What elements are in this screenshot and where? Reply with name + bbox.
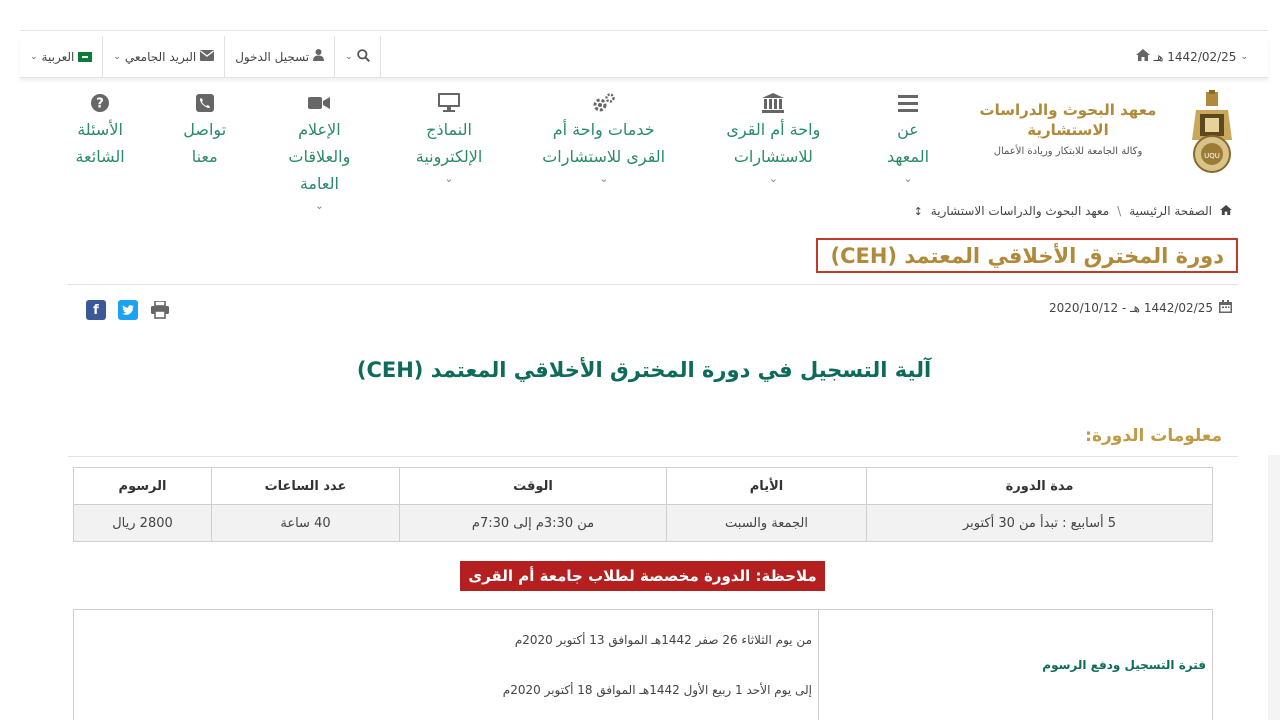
nav-faq-label: الأسئلة الشائعة <box>75 120 125 166</box>
registration-from: من يوم الثلاثاء 26 صفر 1442هـ الموافق 13… <box>514 633 812 647</box>
building-icon <box>762 92 785 114</box>
university-mail-dropdown[interactable]: البريد الجامعي ⌄ <box>103 36 226 77</box>
divider <box>68 456 1238 457</box>
university-mail-label: البريد الجامعي <box>124 49 197 64</box>
nav-e-forms-label: النماذج الإلكترونية <box>415 120 483 166</box>
chevron-down-icon: ⌄ <box>903 172 913 185</box>
nav-consulting-oasis[interactable]: واحة أم القرى للاستشارات ⌄ <box>718 92 828 232</box>
home-icon <box>1135 49 1150 64</box>
share-bar: f <box>86 300 170 320</box>
twitter-icon[interactable] <box>118 300 138 320</box>
breadcrumb: الصفحة الرئيسية \ معهد البحوث والدراسات … <box>914 204 1232 218</box>
hijri-date: 1442/02/25 هـ <box>1153 49 1237 64</box>
search-toggle[interactable]: ⌄ <box>335 36 381 77</box>
nav-faq[interactable]: ? الأسئلة الشائعة <box>70 92 130 232</box>
registration-table: فترة التسجيل ودفع الرسوم من يوم الثلاثاء… <box>73 609 1213 720</box>
chevron-down-icon: ⌄ <box>1240 51 1248 62</box>
column-header: الرسوم <box>73 467 212 505</box>
institute-subtitle: وكالة الجامعة للابتكار وريادة الأعمال <box>993 146 1143 157</box>
login-label: تسجيل الدخول <box>235 49 310 64</box>
table-cell: 2800 ريال <box>73 504 212 542</box>
page-title: دورة المخترق الأخلاقي المعتمد (CEH) <box>816 238 1238 273</box>
home-icon <box>1220 204 1232 218</box>
column-header: عدد الساعات <box>211 467 400 505</box>
university-logo[interactable]: UQU <box>1186 90 1238 174</box>
hijri-date-dropdown[interactable]: ⌄ 1442/02/25 هـ <box>1135 49 1248 64</box>
nav-oasis-services-label: خدمات واحة أم القرى للاستشارات <box>542 120 666 166</box>
breadcrumb-arrow-icon: ↕ <box>913 204 923 218</box>
table-row: فترة التسجيل ودفع الرسوم من يوم الثلاثاء… <box>73 609 1213 720</box>
scrollbar-track[interactable] <box>1268 455 1280 720</box>
post-date-text: 1442/02/25 هـ - 2020/10/12 <box>1049 301 1213 315</box>
chevron-down-icon: ⌄ <box>345 51 353 62</box>
registration-to: إلى يوم الأحد 1 ربيع الأول 1442هـ المواف… <box>502 683 812 697</box>
chevron-down-icon: ⌄ <box>444 172 454 185</box>
chevron-down-icon: ⌄ <box>30 51 38 62</box>
search-icon <box>356 48 370 65</box>
breadcrumb-current[interactable]: معهد البحوث والدراسات الاستشارية <box>931 204 1109 218</box>
saudi-flag-icon <box>78 51 93 62</box>
menu-icon <box>898 92 918 114</box>
nav-consulting-oasis-label: واحة أم القرى للاستشارات <box>726 120 821 166</box>
table-cell: 5 أسابيع : تبدأ من 30 أكتوبر <box>866 504 1213 542</box>
breadcrumb-home[interactable]: الصفحة الرئيسية <box>1129 204 1212 218</box>
table-cell: الجمعة والسبت <box>666 504 867 542</box>
post-date: 1442/02/25 هـ - 2020/10/12 <box>1049 300 1232 316</box>
facebook-icon[interactable]: f <box>86 300 106 320</box>
registration-label: فترة التسجيل ودفع الرسوم <box>818 609 1213 720</box>
language-dropdown[interactable]: العربية ⌄ <box>20 36 104 77</box>
chevron-down-icon: ⌄ <box>113 51 121 62</box>
nav-media-pr[interactable]: الإعلام والعلاقات العامة ⌄ <box>279 92 359 232</box>
institute-name: معهد البحوث والدراسات الاستشارية <box>979 101 1157 139</box>
chevron-down-icon: ⌄ <box>599 172 609 185</box>
nav-about-label: عن المعهد <box>886 120 930 166</box>
calendar-icon <box>1219 300 1232 316</box>
svg-text:UQU: UQU <box>1204 152 1220 160</box>
main-nav: عن المعهد ⌄ واحة أم القرى للاستشارات ⌄ خ… <box>70 92 938 232</box>
language-label: العربية <box>41 49 75 64</box>
gears-icon <box>592 92 616 114</box>
chevron-down-icon: ⌄ <box>314 199 324 212</box>
video-camera-icon <box>308 92 331 114</box>
column-header: مدة الدورة <box>866 467 1213 505</box>
utility-links: العربية ⌄ البريد الجامعي ⌄ تسجيل الدخول <box>20 36 381 77</box>
print-icon[interactable] <box>150 300 170 320</box>
nav-media-pr-label: الإعلام والعلاقات العامة <box>288 120 351 193</box>
course-info-table: مدة الدورة الأيام الوقت عدد الساعات الرس… <box>73 467 1213 542</box>
brand-block[interactable]: معهد البحوث والدراسات الاستشارية وكالة ا… <box>978 100 1158 157</box>
divider <box>68 284 1238 285</box>
login-link[interactable]: تسجيل الدخول <box>225 36 336 77</box>
table-cell: 40 ساعة <box>211 504 400 542</box>
note-badge: ملاحظة: الدورة مخصصة لطلاب جامعة أم القر… <box>460 561 825 591</box>
nav-contact-label: تواصل معنا <box>183 120 227 166</box>
svg-text:?: ? <box>96 97 104 112</box>
nav-contact[interactable]: تواصل معنا <box>180 92 230 232</box>
user-icon <box>313 49 325 64</box>
monitor-icon <box>438 92 461 114</box>
registration-dates: من يوم الثلاثاء 26 صفر 1442هـ الموافق 13… <box>73 609 819 720</box>
column-header: الوقت <box>399 467 667 505</box>
column-header: الأيام <box>666 467 867 505</box>
top-divider <box>20 30 1268 31</box>
table-row: 5 أسابيع : تبدأ من 30 أكتوبر الجمعة والس… <box>73 504 1213 542</box>
course-info-heading: معلومات الدورة: <box>1085 426 1222 446</box>
nav-e-forms[interactable]: النماذج الإلكترونية ⌄ <box>409 92 489 232</box>
page: ⌄ 1442/02/25 هـ العربية ⌄ البريد الجامعي… <box>20 0 1268 720</box>
question-icon: ? <box>91 92 110 114</box>
envelope-icon <box>200 49 215 64</box>
table-cell: من 3:30م إلى 7:30م <box>399 504 667 542</box>
utility-bar: ⌄ 1442/02/25 هـ العربية ⌄ البريد الجامعي… <box>20 36 1268 78</box>
article-headline: آلية التسجيل في دورة المخترق الأخلاقي ال… <box>356 358 932 382</box>
table-header-row: مدة الدورة الأيام الوقت عدد الساعات الرس… <box>73 467 1213 505</box>
breadcrumb-separator: \ <box>1117 204 1122 218</box>
chevron-down-icon: ⌄ <box>768 172 778 185</box>
phone-icon <box>195 92 214 114</box>
nav-oasis-services[interactable]: خدمات واحة أم القرى للاستشارات ⌄ <box>539 92 669 232</box>
